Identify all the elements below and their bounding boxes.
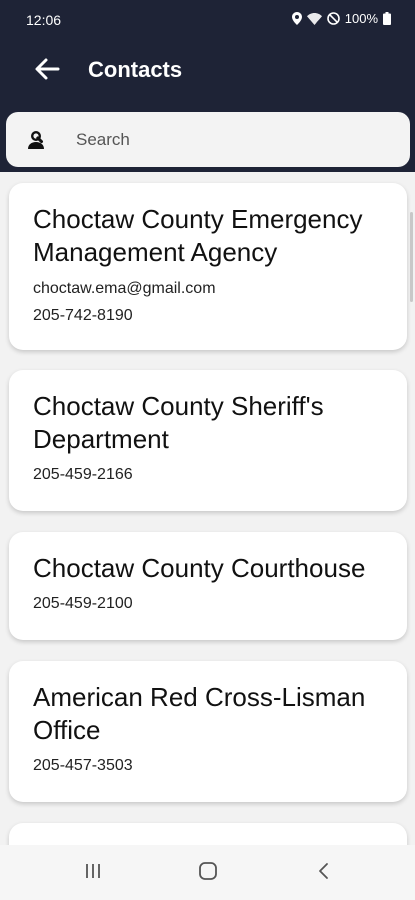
contact-card[interactable]: Choctaw County Courthouse 205-459-2100: [9, 532, 407, 640]
battery-percent: 100%: [344, 11, 378, 26]
home-icon: [198, 861, 218, 885]
back-button[interactable]: [30, 54, 64, 88]
contact-phone[interactable]: 205-742-8190: [33, 307, 383, 325]
scrollbar[interactable]: [410, 212, 413, 302]
status-icons: 100%: [291, 11, 391, 26]
contact-card[interactable]: [9, 823, 407, 845]
person-search-icon: [26, 127, 52, 153]
contact-name: American Red Cross-Lisman Office: [33, 682, 366, 745]
contact-phone[interactable]: 205-459-2166: [33, 466, 383, 484]
recent-apps-icon: [83, 863, 103, 884]
status-time: 12:06: [26, 12, 62, 28]
contact-phone[interactable]: 205-457-3503: [33, 757, 383, 775]
contact-name: Choctaw County Emergency Management Agen…: [33, 204, 363, 267]
contact-name: Choctaw County Sheriff's Department: [33, 391, 324, 454]
page-title: Contacts: [88, 57, 183, 82]
home-button[interactable]: [193, 861, 223, 885]
contact-card[interactable]: Choctaw County Emergency Management Agen…: [9, 183, 407, 350]
location-icon: [291, 12, 302, 25]
contacts-screen: 12:06 100% Contacts Search Choctaw Count…: [0, 0, 415, 900]
contact-card[interactable]: American Red Cross-Lisman Office 205-457…: [9, 661, 407, 802]
system-back-button[interactable]: [309, 861, 339, 885]
app-bar: Contacts: [0, 40, 415, 112]
contact-card[interactable]: Choctaw County Sheriff's Department 205-…: [9, 370, 407, 511]
search-input[interactable]: [76, 126, 396, 154]
wifi-icon: [306, 12, 322, 25]
do-not-disturb-icon: [326, 12, 340, 25]
contact-list: Choctaw County Emergency Management Agen…: [0, 172, 415, 845]
status-bar: 12:06 100%: [0, 0, 415, 40]
search-area: [0, 112, 415, 172]
arrow-left-icon: [34, 57, 60, 86]
back-icon: [317, 862, 331, 885]
search-bar[interactable]: [6, 112, 410, 167]
recent-apps-button[interactable]: [78, 861, 108, 885]
battery-icon: [383, 12, 391, 25]
contact-name: Choctaw County Courthouse: [33, 553, 366, 583]
contact-email[interactable]: choctaw.ema@gmail.com: [33, 280, 383, 298]
system-nav-bar: [0, 845, 415, 900]
contact-phone[interactable]: 205-459-2100: [33, 595, 383, 613]
